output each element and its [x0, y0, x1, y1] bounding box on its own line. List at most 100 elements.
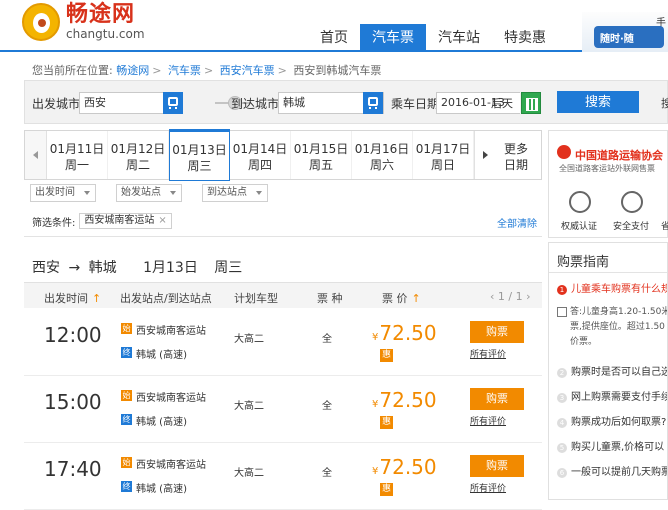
more-dates-line1: 更多: [503, 142, 528, 156]
header-stations: 出发站点/到达站点: [120, 292, 212, 305]
currency-symbol: ¥: [372, 332, 379, 343]
date-tab-weekday: 周三: [187, 159, 212, 173]
row-end-station[interactable]: 韩城 (高速): [136, 346, 187, 361]
more-dates-line2: 日期: [503, 158, 528, 172]
table-row: 15:00 始 西安城南客运站 终 韩城 (高速) 大高二 全 ¥72.50 惠…: [24, 376, 542, 443]
filter-row: 出发时间 始发站点 到达站点: [30, 184, 288, 202]
breadcrumb-link-home[interactable]: 畅途网: [116, 64, 149, 77]
search-bar: 出发城市 西安 到达城市 韩城 乘车日期 2016-01-13 后天 搜索 搜: [24, 80, 668, 124]
nav-bus-tickets[interactable]: 汽车票: [360, 24, 426, 52]
prev-dates-arrow[interactable]: [25, 131, 47, 179]
date-tab[interactable]: 01月11日 周一: [47, 131, 108, 179]
date-selector: 01月11日 周一 01月12日 周二 01月13日 周三 01月14日 周四 01月1…: [24, 129, 542, 181]
trust-label: 省: [661, 222, 668, 232]
date-tab[interactable]: 01月14日 周四: [230, 131, 291, 179]
nav-special-offers[interactable]: 特卖惠: [492, 24, 558, 52]
all-reviews-link[interactable]: 所有评价: [470, 481, 506, 494]
association-subtitle: 全国道路客运站外联网售票: [559, 164, 655, 173]
header-price-label: 票 价: [382, 292, 408, 305]
ad-bus-text: 随时·随: [600, 34, 634, 45]
condition-chip[interactable]: 西安城南客运站 ×: [79, 213, 172, 229]
all-reviews-link[interactable]: 所有评价: [470, 347, 506, 360]
close-icon[interactable]: ×: [158, 215, 166, 226]
buy-ticket-button[interactable]: 购票: [470, 388, 524, 410]
calendar-icon[interactable]: [521, 92, 541, 114]
next-dates-arrow[interactable]: [474, 131, 496, 179]
filter-end-station[interactable]: 到达站点: [202, 184, 268, 202]
ticket-guide-panel: 购票指南 1 儿童乘车购票有什么规 答:儿童身高1.20-1.50米 票,提供座位…: [548, 242, 668, 500]
header-ticket-kind: 票 种: [317, 292, 343, 305]
discount-badge: 惠: [380, 483, 393, 496]
question-number: 5: [557, 443, 567, 453]
nav-bus-stations[interactable]: 汽车站: [426, 24, 492, 52]
date-tab-date: 01月15日: [293, 142, 349, 156]
header-departure-time-label: 出发时间: [44, 292, 88, 305]
guide-question[interactable]: 1 儿童乘车购票有什么规: [557, 280, 668, 295]
guide-question[interactable]: 3 网上购票需要支付手续: [557, 388, 667, 403]
secure-payment-icon: [621, 191, 643, 213]
bus-icon: 随时·随: [594, 26, 664, 48]
guide-question[interactable]: 6 一般可以提前几天购票: [557, 463, 667, 478]
date-tab-date: 01月16日: [354, 142, 410, 156]
conditions-label: 筛选条件:: [32, 217, 76, 229]
divider: [549, 272, 667, 273]
row-price-value: 72.50: [379, 455, 437, 479]
row-price: ¥72.50: [372, 388, 437, 412]
row-price-value: 72.50: [379, 388, 437, 412]
date-tab[interactable]: 01月17日 周日: [413, 131, 474, 179]
row-end-station[interactable]: 韩城 (高速): [136, 413, 187, 428]
all-reviews-link[interactable]: 所有评价: [470, 414, 506, 427]
sort-arrow-icon: ↑: [411, 292, 421, 305]
to-city-bus-icon[interactable]: [363, 92, 383, 114]
row-start-station[interactable]: 西安城南客运站: [136, 389, 206, 404]
question-text: 儿童乘车购票有什么规: [571, 284, 668, 295]
date-tab-weekday: 周四: [247, 158, 272, 172]
answer-icon: [557, 306, 567, 317]
guide-question[interactable]: 2 购票时是否可以自己选: [557, 363, 668, 378]
row-start-station[interactable]: 西安城南客运站: [136, 456, 206, 471]
question-text: 购买儿童票,价格可以: [571, 442, 665, 453]
question-number: 4: [557, 418, 567, 428]
date-tab[interactable]: 01月16日 周六: [352, 131, 413, 179]
more-dates-link[interactable]: 更多 日期: [496, 131, 536, 179]
row-start-station[interactable]: 西安城南客运站: [136, 322, 206, 337]
date-tab-date: 01月12日: [110, 142, 166, 156]
guide-question[interactable]: 5 购买儿童票,价格可以: [557, 438, 664, 453]
question-text: 购票成功后如何取票?: [571, 417, 667, 428]
breadcrumb-link-bus-tickets[interactable]: 汽车票: [168, 64, 201, 77]
question-number: 3: [557, 393, 567, 403]
start-station-badge: 始: [121, 323, 132, 334]
row-end-station[interactable]: 韩城 (高速): [136, 480, 187, 495]
date-tab[interactable]: 01月12日 周二: [108, 131, 169, 179]
guide-question[interactable]: 4 购票成功后如何取票?: [557, 413, 666, 428]
main-nav: 首页 汽车票 汽车站 特卖惠: [308, 24, 558, 52]
from-city-bus-icon[interactable]: [163, 92, 183, 114]
date-tab-weekday: 周六: [369, 158, 394, 172]
search-button[interactable]: 搜索: [557, 91, 639, 113]
currency-symbol: ¥: [372, 399, 379, 410]
date-tab[interactable]: 01月15日 周五: [291, 131, 352, 179]
breadcrumb-current: 西安到韩城汽车票: [293, 64, 382, 77]
nav-home[interactable]: 首页: [308, 24, 360, 52]
question-text: 购票时是否可以自己选: [571, 367, 668, 378]
start-station-badge: 始: [121, 457, 132, 468]
route-date: 1月13日: [143, 260, 198, 276]
filter-departure-time[interactable]: 出发时间: [30, 184, 96, 202]
end-station-badge: 终: [121, 347, 132, 358]
filter-start-station[interactable]: 始发站点: [116, 184, 182, 202]
date-label: 乘车日期: [391, 97, 440, 111]
header-ad-banner[interactable]: 手 随时·随: [582, 12, 668, 52]
table-pager[interactable]: ‹ 1 / 1 ›: [490, 290, 531, 303]
clear-all-link[interactable]: 全部清除: [497, 215, 537, 230]
date-tab-selected[interactable]: 01月13日 周三: [169, 129, 230, 181]
guide-title: 购票指南: [557, 255, 610, 270]
start-station-badge: 始: [121, 390, 132, 401]
site-logo[interactable]: 畅途网 changtu.com: [22, 3, 145, 41]
header-price[interactable]: 票 价 ↑: [382, 290, 421, 306]
row-price: ¥72.50: [372, 321, 437, 345]
buy-ticket-button[interactable]: 购票: [470, 321, 524, 343]
breadcrumb-link-xian-tickets[interactable]: 西安汽车票: [220, 64, 275, 77]
filter-conditions: 筛选条件: 西安城南客运站 ×: [32, 213, 172, 229]
header-departure-time[interactable]: 出发时间 ↑: [44, 290, 101, 306]
buy-ticket-button[interactable]: 购票: [470, 455, 524, 477]
